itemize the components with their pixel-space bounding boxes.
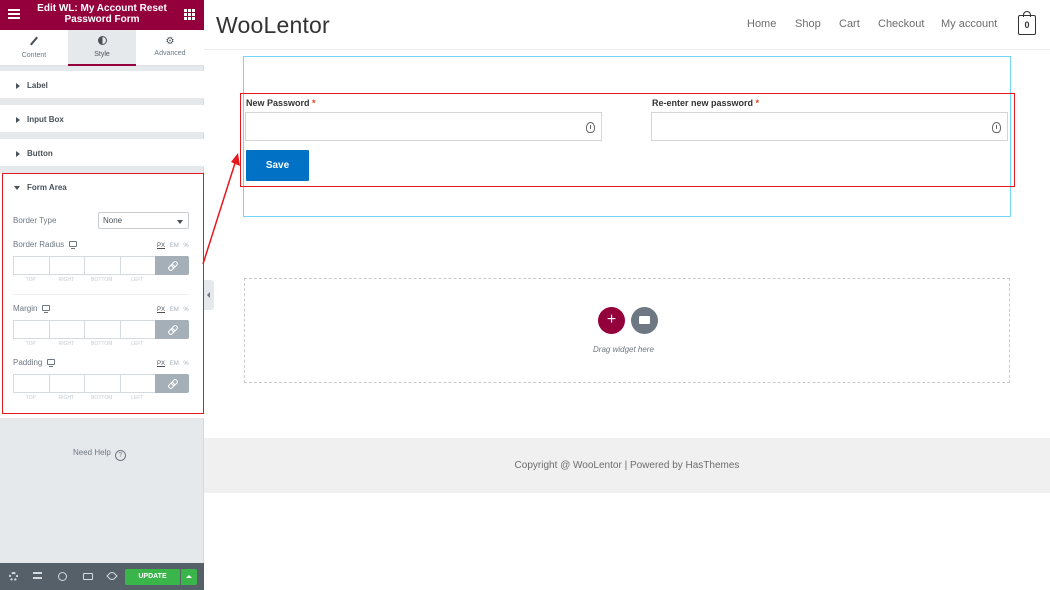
- tab-advanced-label: Advanced: [154, 50, 186, 57]
- settings-icon[interactable]: [9, 572, 18, 581]
- nav-cart[interactable]: Cart: [839, 18, 860, 30]
- need-help-text: Need Help: [73, 448, 111, 457]
- widget-drop-zone[interactable]: [244, 278, 1010, 383]
- copyright-text: Copyright @ WooLentor | Powered by HasTh…: [514, 460, 740, 471]
- panel-tabs: Content Style ⚙ Advanced: [0, 30, 204, 66]
- history-icon[interactable]: [58, 572, 67, 581]
- panel-header: Edit WL: My Account Reset Password Form: [0, 0, 204, 30]
- section-input-box-text: Input Box: [27, 115, 64, 124]
- collapse-panel-handle[interactable]: [204, 280, 214, 310]
- nav-my-account[interactable]: My account: [941, 18, 997, 30]
- update-options-caret-icon[interactable]: [181, 569, 197, 585]
- responsive-mode-icon[interactable]: [83, 573, 93, 580]
- pencil-icon: [29, 36, 39, 46]
- need-help-link[interactable]: Need Help?: [73, 448, 126, 461]
- gear-icon: ⚙: [165, 36, 175, 47]
- section-input-box[interactable]: Input Box: [0, 105, 204, 133]
- shopping-bag-icon[interactable]: 0: [1018, 11, 1036, 35]
- folder-icon[interactable]: [631, 307, 658, 334]
- app-root: Edit WL: My Account Reset Password Form …: [0, 0, 1050, 590]
- navigator-icon[interactable]: [33, 572, 42, 579]
- nav-home[interactable]: Home: [747, 18, 776, 30]
- nav-checkout[interactable]: Checkout: [878, 18, 924, 30]
- section-label[interactable]: Label: [0, 71, 204, 99]
- tab-content[interactable]: Content: [0, 30, 68, 65]
- cart-count: 0: [1024, 20, 1030, 30]
- section-button-text: Button: [27, 149, 53, 158]
- caret-right-icon: [16, 151, 20, 157]
- section-button[interactable]: Button: [0, 139, 204, 167]
- nav-shop[interactable]: Shop: [795, 18, 821, 30]
- site-logo[interactable]: WooLentor: [216, 12, 330, 39]
- add-section-plus-icon[interactable]: +: [598, 307, 625, 334]
- drag-widget-hint: Drag widget here: [593, 345, 654, 354]
- hamburger-menu-icon[interactable]: [8, 9, 20, 19]
- annotation-arrow: [202, 153, 240, 265]
- preview-eye-icon[interactable]: [106, 570, 118, 582]
- caret-right-icon: [16, 83, 20, 89]
- panel-title: Edit WL: My Account Reset Password Form: [37, 3, 167, 25]
- caret-right-icon: [16, 117, 20, 123]
- form-area-highlight: [2, 173, 204, 414]
- site-footer: Copyright @ WooLentor | Powered by HasTh…: [204, 438, 1050, 493]
- tab-style-label: Style: [94, 51, 110, 58]
- section-label-text: Label: [27, 81, 48, 90]
- panel-footer: UPDATE: [0, 563, 204, 590]
- half-circle-icon: [97, 36, 107, 45]
- tab-content-label: Content: [21, 52, 47, 59]
- question-circle-icon: ?: [114, 450, 126, 461]
- header-divider: [204, 49, 1050, 50]
- form-highlight: [240, 93, 1015, 187]
- widgets-grid-icon[interactable]: [184, 9, 195, 20]
- tab-advanced[interactable]: ⚙ Advanced: [136, 30, 204, 65]
- tab-style[interactable]: Style: [68, 30, 136, 66]
- update-button[interactable]: UPDATE: [125, 569, 180, 585]
